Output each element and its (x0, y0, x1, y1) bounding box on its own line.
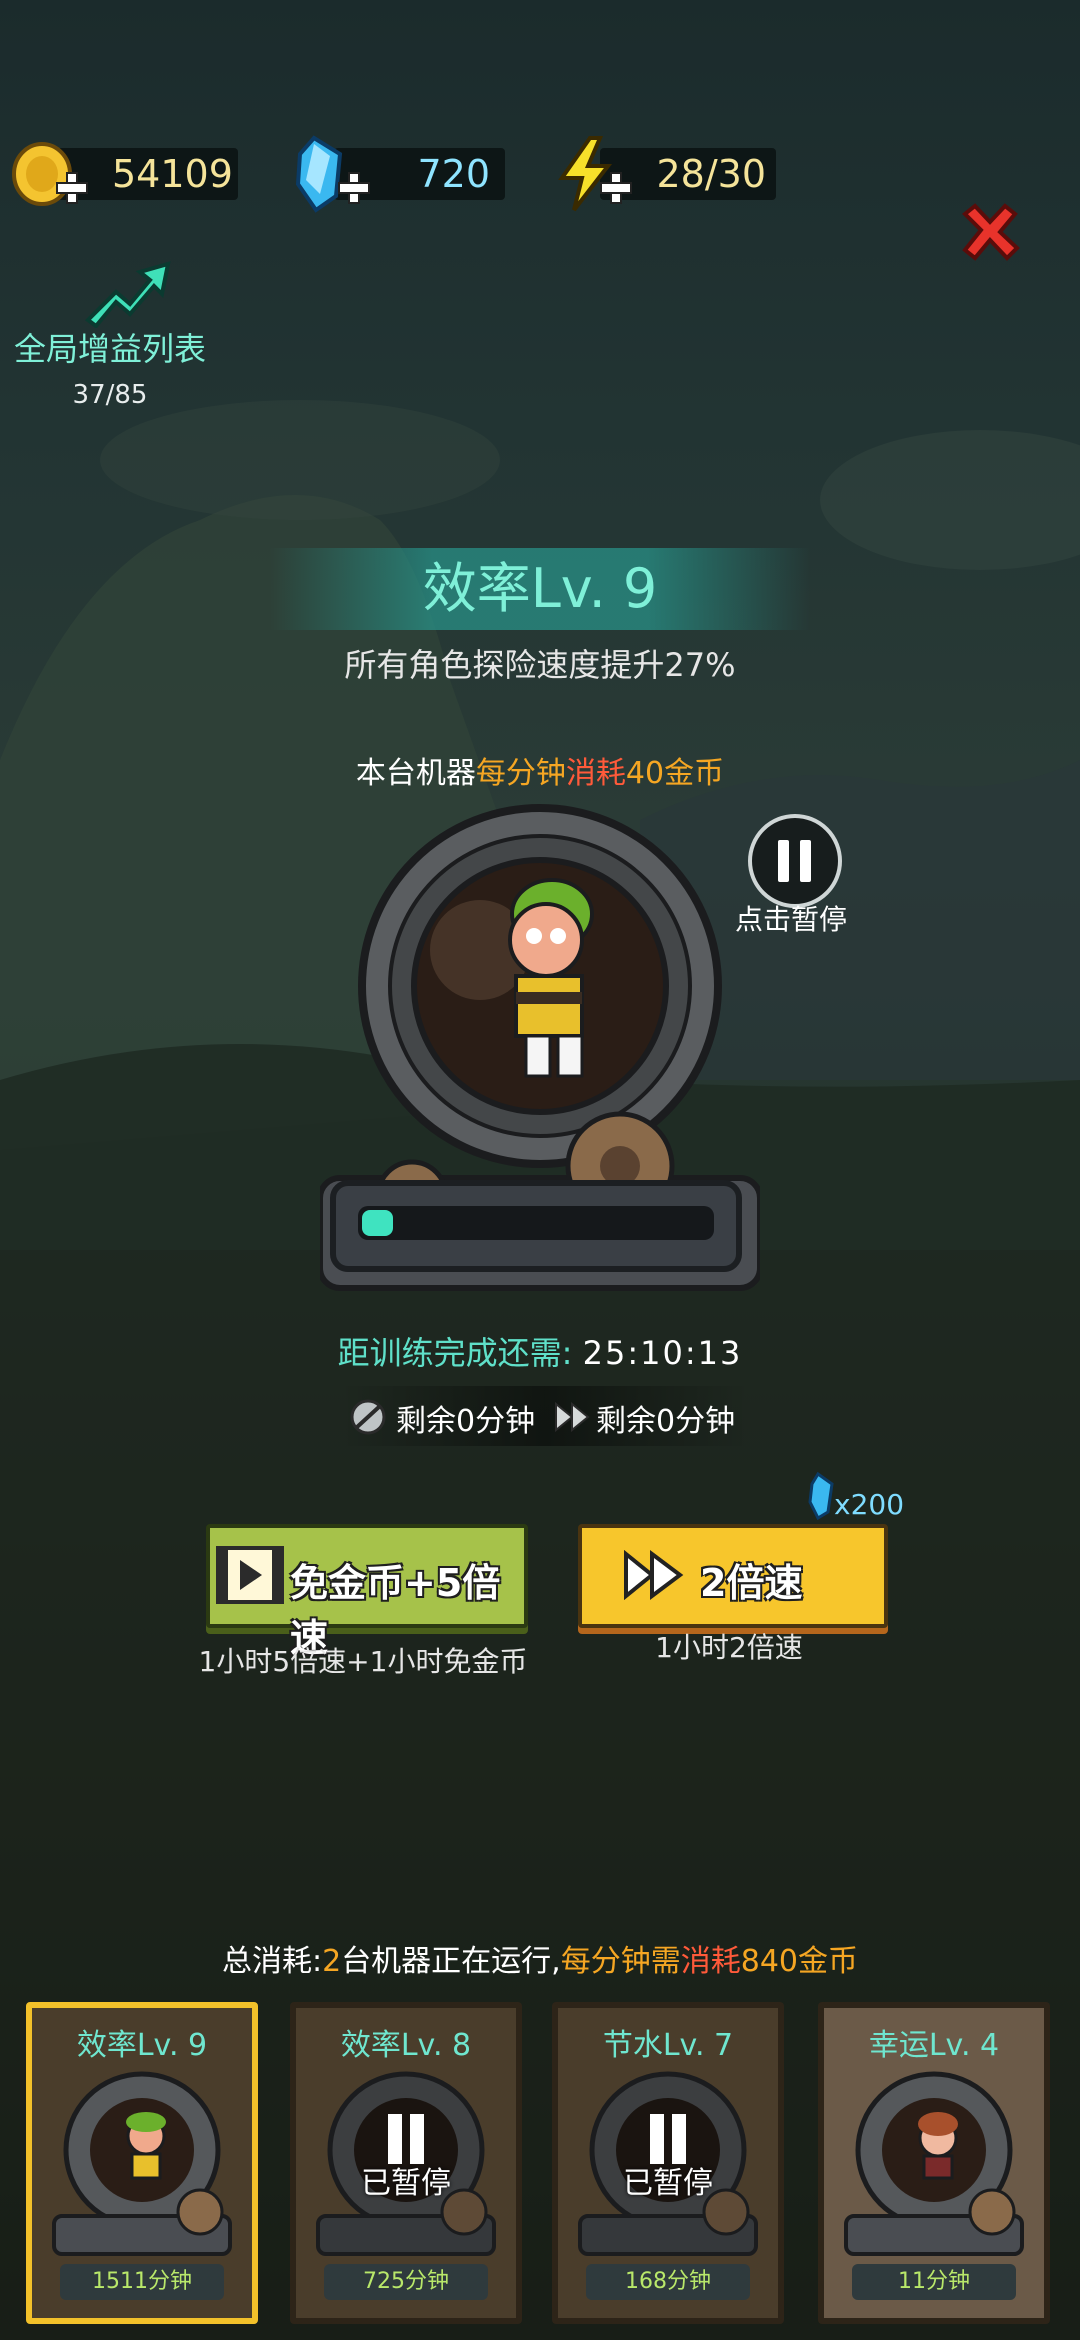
wheel-icon (844, 2071, 1024, 2256)
card-minutes: 11分钟 (852, 2264, 1016, 2300)
card-title: 幸运Lv. 4 (868, 2028, 1000, 2063)
summary-prefix: 总消耗: (221, 1944, 323, 1979)
timer-label: 距训练完成还需: (337, 1334, 573, 1372)
energy-counter[interactable]: 28/30 (556, 136, 776, 212)
close-icon[interactable] (955, 200, 1025, 270)
video-play-icon (216, 1546, 284, 1604)
global-buff-count: 37/85 (72, 380, 148, 410)
free-coin-5x-button[interactable]: 免金币+5倍速 (206, 1524, 528, 1660)
cost-consume: 消耗 (565, 756, 626, 791)
card-status: 已暂停 (361, 2166, 451, 2201)
summary-amount: 840金币 (740, 1944, 858, 1979)
timer-value: 25:10:13 (582, 1334, 743, 1372)
free-coin-5x-desc: 1小时5倍速+1小时免金币 (198, 1645, 528, 1678)
double-speed-label: 2倍速 (700, 1561, 803, 1605)
cost-per-minute: 每分钟 (475, 756, 566, 791)
summary-per-min: 每分钟需 (560, 1944, 681, 1979)
paused-icon (646, 2114, 690, 2164)
energy-value: 28/30 (656, 152, 766, 196)
coin-off-icon (350, 1399, 386, 1435)
gem-cost-icon (808, 1472, 834, 1520)
double-speed-button[interactable]: 2倍速 (578, 1524, 888, 1628)
pause-label: 点击暂停 (734, 903, 847, 936)
card-minutes: 1511分钟 (60, 2264, 224, 2300)
trend-up-arrow-icon (84, 261, 171, 328)
gold-counter[interactable]: 54109 (8, 140, 238, 206)
machine-card-luck-4[interactable]: 幸运Lv. 4 11分钟 (818, 2002, 1050, 2324)
remaining-boosts-row: 剩余0分钟 剩余0分钟 (340, 1386, 750, 1446)
pause-button[interactable] (748, 814, 842, 908)
energy-plus-icon[interactable] (598, 170, 632, 204)
machine-card-water-7[interactable]: 节水Lv. 7 已暂停 168分钟 (552, 2002, 784, 2324)
wheel-icon (52, 2071, 232, 2256)
gold-value: 54109 (112, 152, 233, 196)
fast-forward-icon (555, 1402, 590, 1432)
gem-counter[interactable]: 720 (290, 135, 505, 213)
card-title: 效率Lv. 8 (340, 2028, 472, 2063)
progress-fill (362, 1210, 393, 1236)
fast-forward-icon (624, 1550, 684, 1600)
total-consumption: 总消耗:2台机器正在运行,每分钟需消耗840金币 (0, 1936, 1080, 1980)
summary-consume: 消耗 (680, 1944, 741, 1979)
double-speed-desc: 1小时2倍速 (655, 1631, 803, 1664)
machine-title-banner: 效率Lv. 9 (270, 548, 810, 630)
gold-plus-icon[interactable] (54, 170, 88, 204)
card-title: 效率Lv. 9 (76, 2028, 208, 2063)
card-status: 已暂停 (623, 2166, 713, 2201)
summary-count: 2 (322, 1944, 342, 1979)
machine-effect: 所有角色探险速度提升27% (344, 646, 736, 684)
card-minutes: 725分钟 (324, 2264, 488, 2300)
global-buff-label: 全局增益列表 (13, 330, 206, 368)
gem-value: 720 (417, 152, 490, 196)
cost-prefix: 本台机器 (355, 756, 476, 791)
speed-gem-cost: x200 (834, 1488, 905, 1521)
speed-remaining: 剩余0分钟 (596, 1404, 736, 1439)
training-progress-bar (330, 1180, 742, 1272)
paused-icon (384, 2114, 428, 2164)
free-remaining: 剩余0分钟 (396, 1404, 536, 1439)
card-minutes: 168分钟 (586, 2264, 750, 2300)
training-timer: 距训练完成还需: 25:10:13 (0, 1328, 1080, 1374)
card-title: 节水Lv. 7 (602, 2028, 734, 2063)
global-buff-button[interactable]: 全局增益列表 37/85 (10, 258, 210, 418)
machine-card-efficiency-9[interactable]: 效率Lv. 9 1511分钟 (26, 2002, 258, 2324)
summary-mid: 台机器正在运行, (341, 1944, 561, 1979)
machine-title: 效率Lv. 9 (422, 557, 658, 620)
machine-card-efficiency-8[interactable]: 效率Lv. 8 已暂停 725分钟 (290, 2002, 522, 2324)
gem-plus-icon[interactable] (336, 170, 370, 204)
cost-amount: 40金币 (625, 756, 725, 791)
machine-cost-line: 本台机器每分钟消耗40金币 (0, 748, 1080, 792)
